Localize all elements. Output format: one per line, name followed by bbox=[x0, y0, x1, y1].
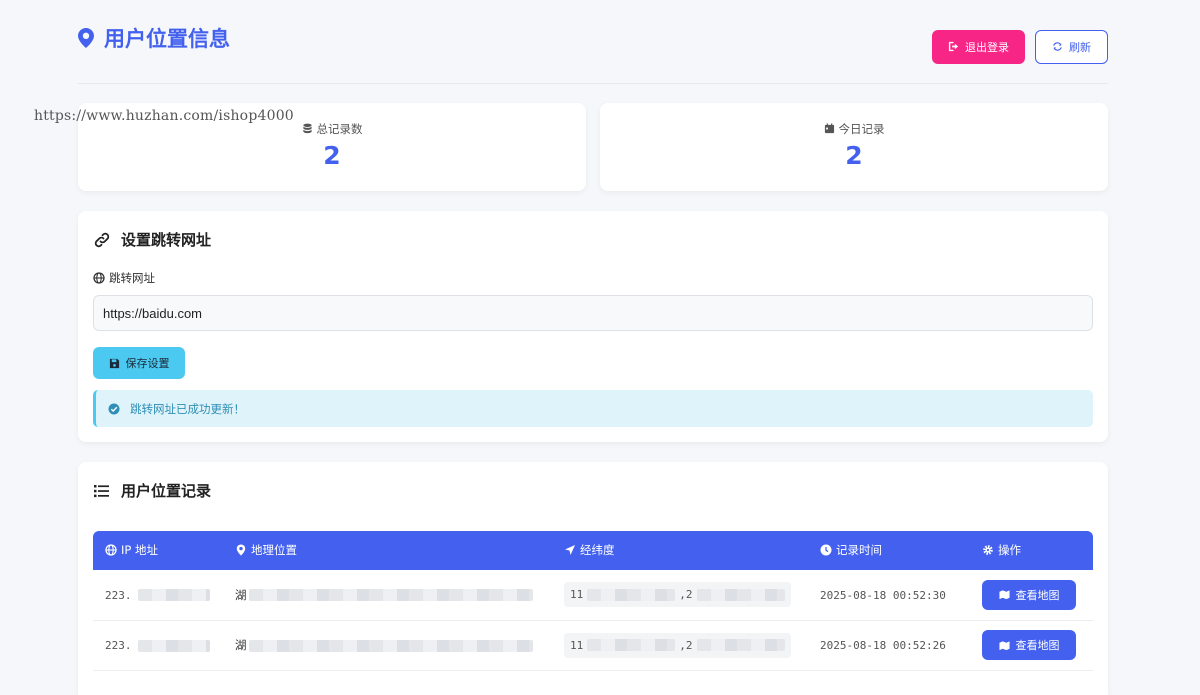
col-action-label: 操作 bbox=[998, 543, 1021, 557]
redirect-url-input[interactable] bbox=[93, 295, 1093, 331]
link-icon bbox=[94, 232, 110, 247]
ip-text: 223. bbox=[105, 639, 132, 652]
records-card-title: 用户位置记录 bbox=[93, 480, 1093, 501]
cell-ip: 223. bbox=[93, 620, 223, 670]
col-action: 操作 bbox=[970, 531, 1093, 570]
records-card-title-text: 用户位置记录 bbox=[121, 482, 212, 500]
col-location: 地理位置 bbox=[223, 531, 552, 570]
location-text: 湖 bbox=[235, 638, 247, 652]
records-card: 用户位置记录 IP 地址 地理位置 经纬度 记录时间 操作 223. 湖 11,… bbox=[78, 462, 1108, 695]
cell-time: 2025-08-18 00:52:30 bbox=[808, 570, 970, 620]
save-settings-label: 保存设置 bbox=[125, 357, 170, 370]
stat-label-total-text: 总记录数 bbox=[316, 121, 363, 136]
coords-box: 11, 2 bbox=[564, 582, 791, 608]
records-table: IP 地址 地理位置 经纬度 记录时间 操作 223. 湖 11, 2 2025… bbox=[93, 531, 1093, 671]
redacted-block bbox=[248, 639, 533, 652]
redacted-block bbox=[248, 589, 533, 602]
check-circle-icon bbox=[108, 403, 120, 414]
view-map-button[interactable]: 查看地图 bbox=[982, 630, 1076, 660]
refresh-button[interactable]: 刷新 bbox=[1035, 29, 1108, 64]
time-text: 2025-08-18 00:52:26 bbox=[820, 639, 946, 652]
globe-icon bbox=[93, 272, 105, 284]
location-arrow-icon bbox=[565, 545, 575, 555]
ip-text: 223. bbox=[105, 588, 132, 602]
coord-separator: , bbox=[679, 588, 686, 602]
cell-action: 查看地图 bbox=[970, 570, 1093, 620]
page-title: 用户位置信息 bbox=[78, 23, 230, 53]
redirect-field-label-text: 跳转网址 bbox=[109, 271, 155, 285]
main-container: 用户位置信息 退出登录 刷新 总记录数 2 今日记录 2 设置跳转网址 跳转网址… bbox=[78, 0, 1108, 695]
time-text: 2025-08-18 00:52:30 bbox=[820, 588, 946, 602]
col-location-label: 地理位置 bbox=[251, 543, 297, 557]
lat-text: 2 bbox=[685, 638, 693, 652]
col-time-label: 记录时间 bbox=[836, 543, 882, 557]
redirect-settings-card: 设置跳转网址 跳转网址 保存设置 跳转网址已成功更新！ bbox=[78, 211, 1108, 442]
save-icon bbox=[109, 358, 119, 368]
save-settings-button[interactable]: 保存设置 bbox=[93, 347, 185, 379]
redacted-block bbox=[696, 588, 785, 601]
view-map-button[interactable]: 查看地图 bbox=[982, 579, 1076, 610]
map-marker-icon bbox=[236, 544, 246, 556]
view-map-label: 查看地图 bbox=[1015, 588, 1060, 602]
col-time: 记录时间 bbox=[808, 531, 970, 570]
coords-box: 11, 2 bbox=[564, 632, 791, 658]
stat-card-today: 今日记录 2 bbox=[600, 103, 1108, 191]
stat-value-today: 2 bbox=[845, 140, 863, 170]
table-row: 223. 湖 11, 2 2025-08-18 00:52:30 查看地图 bbox=[93, 570, 1093, 620]
coord-separator: , bbox=[679, 638, 686, 652]
table-header-row: IP 地址 地理位置 经纬度 记录时间 操作 bbox=[93, 531, 1093, 570]
logout-button[interactable]: 退出登录 bbox=[932, 29, 1025, 64]
sync-icon bbox=[1053, 42, 1062, 51]
cell-coords: 11, 2 bbox=[552, 570, 808, 620]
stat-value-total: 2 bbox=[323, 140, 341, 170]
page-title-text: 用户位置信息 bbox=[104, 26, 230, 51]
map-icon bbox=[998, 590, 1010, 600]
database-icon bbox=[302, 123, 312, 134]
header-actions: 退出登录 刷新 bbox=[932, 29, 1108, 64]
globe-icon bbox=[105, 544, 117, 556]
list-icon bbox=[94, 484, 109, 497]
stat-label-today-text: 今日记录 bbox=[838, 121, 885, 136]
col-coords-label: 经纬度 bbox=[580, 543, 615, 557]
cell-location: 湖 bbox=[223, 620, 552, 670]
redacted-block bbox=[696, 639, 785, 651]
success-alert: 跳转网址已成功更新！ bbox=[93, 390, 1093, 427]
col-ip: IP 地址 bbox=[93, 531, 223, 570]
clock-icon bbox=[820, 544, 832, 556]
cell-action: 查看地图 bbox=[970, 620, 1093, 670]
map-marker-icon bbox=[78, 27, 94, 48]
redacted-block bbox=[137, 639, 210, 652]
col-ip-label: IP 地址 bbox=[121, 543, 158, 557]
redacted-block bbox=[587, 639, 676, 651]
lat-text: 2 bbox=[685, 588, 693, 602]
col-coords: 经纬度 bbox=[552, 531, 808, 570]
map-icon bbox=[998, 640, 1010, 650]
page-header: 用户位置信息 退出登录 刷新 bbox=[78, 0, 1108, 84]
lng-text: 11 bbox=[570, 638, 584, 652]
redirect-card-title-text: 设置跳转网址 bbox=[121, 231, 212, 249]
stat-label-total: 总记录数 bbox=[302, 121, 363, 137]
redirect-field-label: 跳转网址 bbox=[93, 270, 1093, 286]
cell-location: 湖 bbox=[223, 570, 552, 620]
watermark-text: https://www.huzhan.com/ishop4000 bbox=[34, 108, 294, 124]
gear-icon bbox=[983, 545, 993, 555]
refresh-label: 刷新 bbox=[1069, 40, 1091, 54]
lng-text: 11 bbox=[570, 588, 584, 602]
view-map-label: 查看地图 bbox=[1015, 639, 1060, 652]
location-text: 湖 bbox=[235, 587, 247, 602]
table-row: 223. 湖 11, 2 2025-08-18 00:52:26 查看地图 bbox=[93, 620, 1093, 670]
redacted-block bbox=[587, 588, 676, 601]
logout-label: 退出登录 bbox=[965, 40, 1009, 54]
redirect-card-title: 设置跳转网址 bbox=[93, 229, 1093, 250]
cell-time: 2025-08-18 00:52:26 bbox=[808, 620, 970, 670]
cell-ip: 223. bbox=[93, 570, 223, 620]
success-alert-text: 跳转网址已成功更新！ bbox=[130, 401, 245, 416]
redacted-block bbox=[137, 589, 210, 602]
stat-label-today: 今日记录 bbox=[824, 121, 885, 137]
sign-out-icon bbox=[948, 41, 959, 52]
cell-coords: 11, 2 bbox=[552, 620, 808, 670]
calendar-icon bbox=[824, 123, 834, 134]
